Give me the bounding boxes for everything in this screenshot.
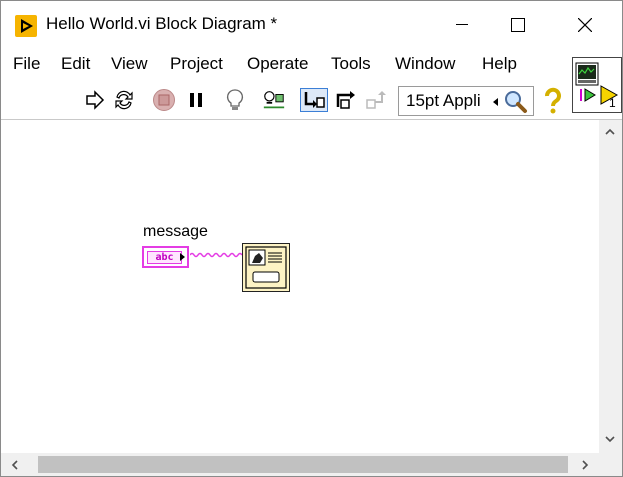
labview-app-icon [15, 15, 37, 37]
help-question-icon [545, 87, 561, 114]
window-title: Hello World.vi Block Diagram * [46, 14, 278, 33]
menu-help[interactable]: Help [482, 54, 517, 74]
menu-project[interactable]: Project [170, 54, 223, 74]
connector-terminal-number: 1 [609, 96, 616, 110]
menu-edit[interactable]: Edit [61, 54, 90, 74]
scroll-right-arrow-icon[interactable] [579, 459, 591, 471]
step-out-icon [366, 91, 386, 109]
retain-wire-values-button[interactable] [262, 88, 286, 112]
close-button[interactable] [562, 1, 608, 49]
scrollbar-corner [599, 453, 622, 476]
pause-icon [190, 93, 202, 107]
minimize-button[interactable] [439, 1, 485, 49]
block-diagram-canvas[interactable] [1, 120, 599, 453]
run-continuously-icon [115, 90, 133, 110]
vertical-scrollbar[interactable] [599, 120, 622, 453]
abort-icon [153, 89, 175, 111]
context-help-button[interactable] [541, 87, 565, 115]
menu-view[interactable]: View [111, 54, 148, 74]
highlight-execution-button[interactable] [223, 88, 247, 112]
pause-button[interactable] [184, 88, 208, 112]
step-over-icon [336, 91, 355, 109]
step-out-button[interactable] [364, 88, 388, 112]
search-button[interactable] [501, 87, 529, 115]
output-terminal-icon [180, 253, 185, 261]
retain-wire-values-icon [263, 91, 285, 109]
scroll-down-arrow-icon[interactable] [604, 433, 616, 445]
dropdown-arrow-icon [493, 98, 498, 106]
close-icon [578, 18, 592, 32]
highlight-execution-icon [227, 89, 243, 110]
menu-tools[interactable]: Tools [331, 54, 371, 74]
menu-operate[interactable]: Operate [247, 54, 308, 74]
string-constant-value: abc [147, 251, 182, 264]
horizontal-scrollbar[interactable] [1, 453, 599, 476]
menu-bar: File Edit View Project Operate Tools Win… [1, 49, 571, 79]
string-wire[interactable] [190, 251, 244, 259]
step-into-icon [304, 92, 325, 108]
abort-button[interactable] [152, 88, 176, 112]
run-arrow-icon [86, 90, 105, 110]
horizontal-scroll-thumb[interactable] [38, 456, 568, 473]
menu-window[interactable]: Window [395, 54, 455, 74]
string-constant[interactable]: abc [142, 246, 189, 268]
one-button-dialog-icon [245, 246, 287, 289]
run-continuously-button[interactable] [112, 88, 136, 112]
step-over-button[interactable] [335, 88, 359, 112]
font-select-value: 15pt Appli [406, 91, 481, 110]
maximize-icon [511, 18, 525, 32]
search-icon [505, 91, 527, 113]
maximize-button[interactable] [495, 1, 541, 49]
block-diagram-window: Hello World.vi Block Diagram * File Edit… [0, 0, 623, 477]
title-bar[interactable]: Hello World.vi Block Diagram * [1, 1, 622, 49]
constant-label[interactable]: message [143, 223, 208, 241]
step-into-button[interactable] [300, 88, 328, 112]
run-button[interactable] [83, 88, 107, 112]
minimize-icon [456, 24, 468, 25]
vi-icon-connector-pane[interactable]: 1 [572, 57, 622, 113]
scroll-up-arrow-icon[interactable] [604, 126, 616, 138]
one-button-dialog-node[interactable] [242, 243, 290, 292]
menu-file[interactable]: File [13, 54, 40, 74]
scroll-left-arrow-icon[interactable] [9, 459, 21, 471]
